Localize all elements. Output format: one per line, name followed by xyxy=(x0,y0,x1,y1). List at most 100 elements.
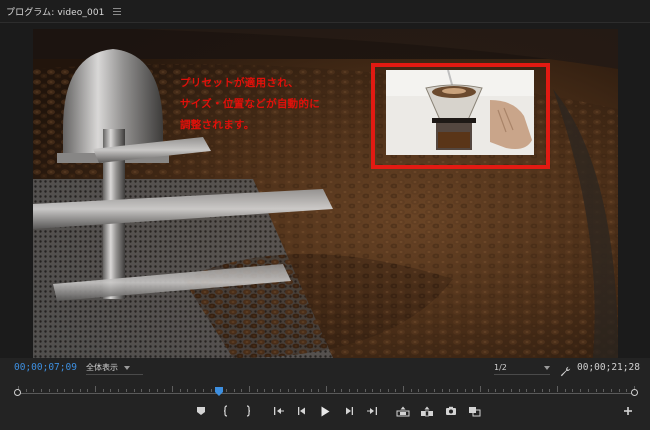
lift-button[interactable] xyxy=(395,403,411,419)
export-frame-icon xyxy=(446,406,456,415)
ruler-tick xyxy=(79,389,81,392)
ruler-track xyxy=(18,393,634,394)
ruler-tick xyxy=(33,389,35,392)
mark-in-icon xyxy=(223,405,228,417)
ruler-tick xyxy=(241,389,243,392)
ruler-tick xyxy=(541,389,543,392)
lift-icon xyxy=(396,406,410,416)
ruler-tick xyxy=(48,389,50,392)
transport-controls xyxy=(0,403,650,421)
chevron-down-icon xyxy=(544,365,550,370)
time-ruler[interactable] xyxy=(14,382,638,396)
zoom-fit-label: 全体表示 xyxy=(86,363,118,372)
ruler-tick xyxy=(518,389,520,392)
ruler-tick xyxy=(233,389,235,392)
go-to-in-icon xyxy=(274,407,284,415)
step-back-button[interactable] xyxy=(294,403,310,419)
ruler-tick xyxy=(418,389,420,392)
ruler-tick xyxy=(210,389,212,392)
ruler-tick xyxy=(95,386,96,392)
pour-over-image xyxy=(386,70,534,155)
ruler-tick xyxy=(225,389,227,392)
extract-button[interactable] xyxy=(419,403,435,419)
zoom-fit-select[interactable]: 全体表示 xyxy=(86,361,143,375)
ruler-tick xyxy=(356,389,358,392)
in-point-handle[interactable] xyxy=(14,389,21,396)
mark-out-button[interactable] xyxy=(240,403,256,419)
ruler-tick xyxy=(264,389,266,392)
play-button[interactable] xyxy=(317,403,333,419)
ruler-tick xyxy=(187,389,189,392)
ruler-tick xyxy=(564,389,566,392)
ruler-tick xyxy=(25,389,27,392)
ruler-tick xyxy=(56,389,58,392)
ruler-tick xyxy=(364,389,366,392)
button-editor-button[interactable] xyxy=(620,403,636,419)
ruler-tick xyxy=(272,389,274,392)
ruler-ticks xyxy=(18,386,635,392)
program-monitor-panel: プログラム: video_001 プリセットが適用され、 サイズ・位置などが自動… xyxy=(0,0,650,430)
ruler-tick xyxy=(603,389,605,392)
ruler-tick xyxy=(341,389,343,392)
ruler-tick xyxy=(433,389,435,392)
mark-in-button[interactable] xyxy=(218,403,234,419)
playback-resolution-select[interactable]: 1/2 xyxy=(494,361,550,375)
ruler-tick xyxy=(618,389,620,392)
play-icon xyxy=(321,406,330,416)
add-marker-icon xyxy=(197,407,205,415)
ruler-tick xyxy=(279,389,281,392)
panel-header: プログラム: video_001 xyxy=(0,0,650,23)
panel-title[interactable]: プログラム: video_001 xyxy=(6,5,105,18)
ruler-tick xyxy=(549,389,551,392)
go-to-out-icon xyxy=(367,407,377,415)
duration-timecode: 00;00;21;28 xyxy=(577,362,640,373)
mark-out-icon xyxy=(246,405,251,417)
step-back-icon xyxy=(298,407,305,415)
ruler-tick xyxy=(125,389,127,392)
ruler-tick xyxy=(503,389,505,392)
wrench-icon[interactable] xyxy=(560,362,571,377)
ruler-tick xyxy=(195,389,197,392)
export-frame-button[interactable] xyxy=(443,403,459,419)
ruler-tick xyxy=(580,389,582,392)
resolution-label: 1/2 xyxy=(494,363,507,372)
ruler-tick xyxy=(64,389,66,392)
preset-annotation: プリセットが適用され、 サイズ・位置などが自動的に 調整されます。 xyxy=(180,73,380,136)
compare-view-button[interactable] xyxy=(466,403,482,419)
ruler-tick xyxy=(395,389,397,392)
ruler-tick xyxy=(202,389,204,392)
out-point-handle[interactable] xyxy=(631,389,638,396)
add-marker-button[interactable] xyxy=(193,403,209,419)
ruler-tick xyxy=(256,389,258,392)
ruler-tick xyxy=(318,389,320,392)
ruler-tick xyxy=(626,389,628,392)
ruler-tick xyxy=(133,389,135,392)
button-editor-icon xyxy=(624,407,632,415)
ruler-tick xyxy=(249,386,250,392)
ruler-tick xyxy=(118,389,120,392)
ruler-tick xyxy=(557,386,558,392)
ruler-tick xyxy=(141,389,143,392)
ruler-tick xyxy=(487,389,489,392)
current-timecode[interactable]: 00;00;07;09 xyxy=(14,362,77,373)
go-to-out-button[interactable] xyxy=(364,403,380,419)
ruler-tick xyxy=(410,389,412,392)
step-forward-button[interactable] xyxy=(341,403,357,419)
ruler-tick xyxy=(179,389,181,392)
ruler-tick xyxy=(372,389,374,392)
ruler-tick xyxy=(426,389,428,392)
ruler-tick xyxy=(102,389,104,392)
ruler-tick xyxy=(472,389,474,392)
playhead[interactable] xyxy=(215,381,223,396)
ruler-tick xyxy=(379,389,381,392)
ruler-tick xyxy=(302,389,304,392)
ruler-tick xyxy=(572,389,574,392)
chevron-down-icon xyxy=(124,365,130,370)
ruler-tick xyxy=(387,389,389,392)
extract-icon xyxy=(421,406,433,416)
hamburger-menu-icon[interactable] xyxy=(112,7,121,15)
ruler-tick xyxy=(526,389,528,392)
ruler-tick xyxy=(510,389,512,392)
go-to-in-button[interactable] xyxy=(271,403,287,419)
ruler-tick xyxy=(480,386,481,392)
